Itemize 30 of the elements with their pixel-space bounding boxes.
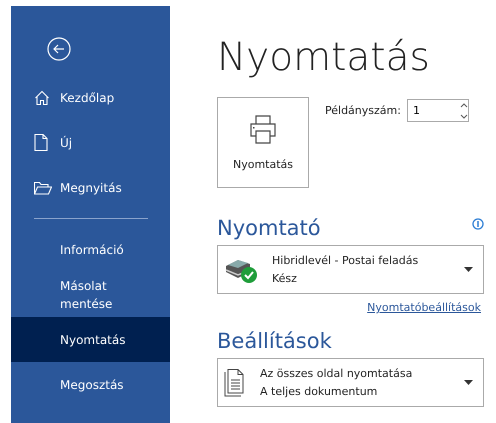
sidebar-item[interactable]: Megnyitás (11, 165, 170, 210)
copies-field[interactable]: 1 (406, 99, 469, 122)
home-icon (34, 90, 50, 106)
spinner-icon[interactable] (460, 100, 468, 120)
section-heading: Nyomtató (217, 215, 321, 242)
document-icon (34, 134, 48, 151)
sidebar-item[interactable]: Információ (11, 227, 170, 272)
caret-icon (464, 267, 473, 272)
caret-icon (464, 380, 473, 385)
sidebar-item[interactable]: Megosztás (11, 362, 170, 407)
pages-dropdown[interactable]: Az összes oldal nyomtatása A teljes dokumentum (217, 358, 484, 407)
print-button[interactable]: Nyomtatás (217, 97, 309, 188)
printer-status: Kész (272, 272, 298, 285)
info-icon[interactable] (472, 218, 484, 230)
printer-name: Hibridlevél - Postai feladás (272, 254, 420, 267)
section-heading: Beállítások (217, 328, 332, 355)
sidebar-item[interactable]: Nyomtatás (11, 317, 170, 362)
pages-option: Az összes oldal nyomtatása (260, 367, 454, 380)
printer-properties-link[interactable]: Nyomtatóbeállítások (367, 301, 481, 314)
page-title: Nyomtatás (217, 34, 430, 82)
copies-label: Példányszám: (325, 104, 401, 117)
sidebar-item[interactable]: Kezdőlap (11, 75, 170, 120)
pages-description: A teljes dokumentum (260, 385, 378, 398)
back-icon[interactable] (47, 37, 71, 61)
pages-icon (224, 368, 246, 396)
printer-icon (250, 114, 276, 144)
printer-dropdown[interactable]: Hibridlevél - Postai feladás Kész (217, 245, 484, 294)
sidebar-item[interactable]: Új (11, 120, 170, 165)
folder-icon (34, 180, 52, 194)
sidebar-item[interactable]: Másolat mentése (11, 272, 170, 317)
